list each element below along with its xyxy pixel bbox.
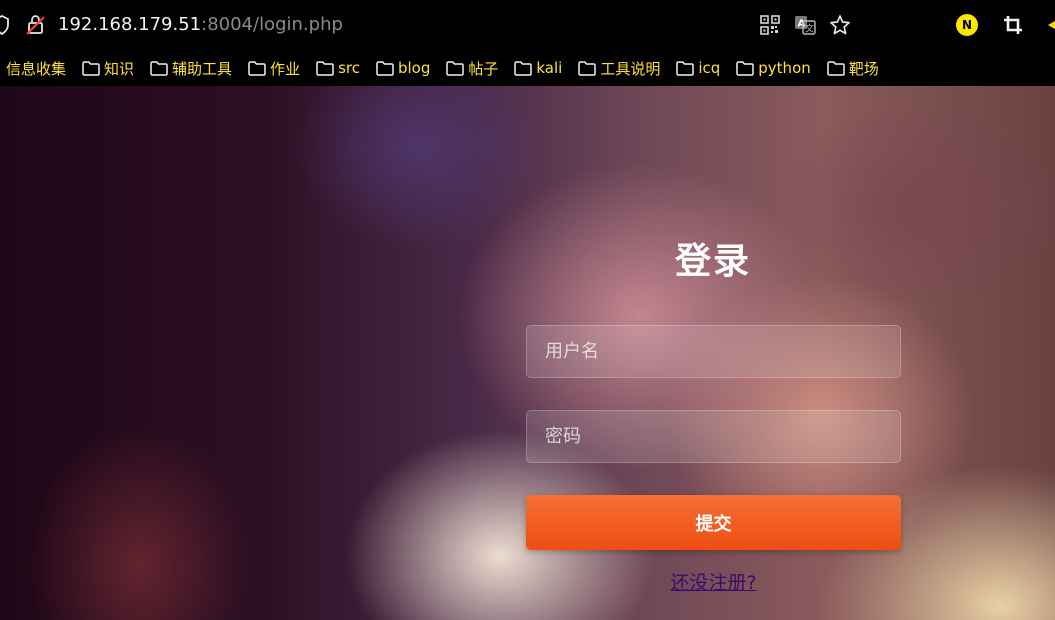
edge-icon[interactable] — [1043, 13, 1055, 37]
star-icon[interactable] — [828, 13, 852, 37]
qr-code-icon[interactable] — [758, 13, 782, 37]
folder-icon — [514, 60, 533, 76]
bookmark-folder[interactable]: kali — [514, 50, 562, 86]
url-path: :8004/login.php — [201, 14, 343, 35]
bookmark-label: kali — [536, 59, 563, 77]
username-input[interactable] — [526, 325, 901, 378]
bookmark-folder[interactable]: python — [736, 50, 811, 86]
bookmark-folder[interactable]: icq — [676, 50, 720, 86]
bookmark-label: 信息收集 — [6, 59, 67, 78]
folder-icon — [376, 60, 394, 76]
bookmark-label: 靶场 — [848, 59, 879, 78]
submit-button[interactable]: 提交 — [526, 495, 901, 550]
folder-icon — [736, 60, 755, 76]
folder-icon — [827, 60, 845, 76]
address-bar[interactable]: 192.168.179.51:8004/login.php — [58, 14, 343, 36]
register-link-container: 还没注册? — [526, 568, 901, 595]
bookmark-folder[interactable]: 信息收集 — [6, 50, 66, 86]
extension-n-icon[interactable]: N — [956, 14, 978, 36]
bookmark-folder[interactable]: 工具说明 — [578, 50, 660, 86]
bookmark-label: 工具说明 — [600, 59, 661, 78]
bookmark-label: 辅助工具 — [172, 59, 233, 78]
bookmark-label: src — [338, 59, 360, 77]
bookmarks-bar: 信息收集 知识 辅助工具 作业 src blog 帖子 kali 工具说明 icq python 靶场 — [0, 50, 1055, 86]
bookmark-folder[interactable]: 靶场 — [827, 50, 879, 86]
bookmark-label: 帖子 — [468, 59, 499, 78]
folder-icon — [316, 60, 334, 76]
login-title: 登录 — [674, 241, 751, 282]
bookmark-folder[interactable]: 辅助工具 — [150, 50, 232, 86]
folder-icon — [150, 60, 168, 76]
bookmark-folder[interactable]: 帖子 — [446, 50, 498, 86]
folder-icon — [676, 60, 695, 76]
svg-text:文: 文 — [805, 23, 814, 35]
bookmark-folder[interactable]: 知识 — [82, 50, 134, 86]
folder-icon — [82, 60, 100, 76]
bookmark-label: 作业 — [270, 59, 301, 78]
password-input[interactable] — [526, 410, 901, 463]
crop-icon[interactable] — [1001, 13, 1025, 37]
translate-icon[interactable]: A 文 — [793, 13, 817, 37]
shield-icon[interactable] — [0, 14, 10, 36]
bookmark-folder[interactable]: blog — [376, 50, 430, 86]
browser-toolbar: 192.168.179.51:8004/login.php A 文 N — [0, 0, 1055, 50]
folder-icon — [446, 60, 465, 76]
url-host: 192.168.179.51 — [58, 14, 202, 35]
register-link[interactable]: 还没注册? — [670, 572, 756, 594]
folder-icon — [248, 60, 266, 76]
bookmark-label: blog — [397, 59, 431, 77]
bookmark-folder[interactable]: src — [316, 50, 360, 86]
folder-icon — [578, 60, 597, 76]
bookmark-label: 知识 — [104, 59, 135, 78]
bookmark-folder[interactable]: 作业 — [248, 50, 300, 86]
bookmark-label: python — [758, 59, 811, 77]
insecure-lock-icon[interactable] — [26, 14, 46, 36]
login-page: 登录 提交 还没注册? — [0, 86, 1055, 620]
bookmark-label: icq — [698, 59, 721, 77]
